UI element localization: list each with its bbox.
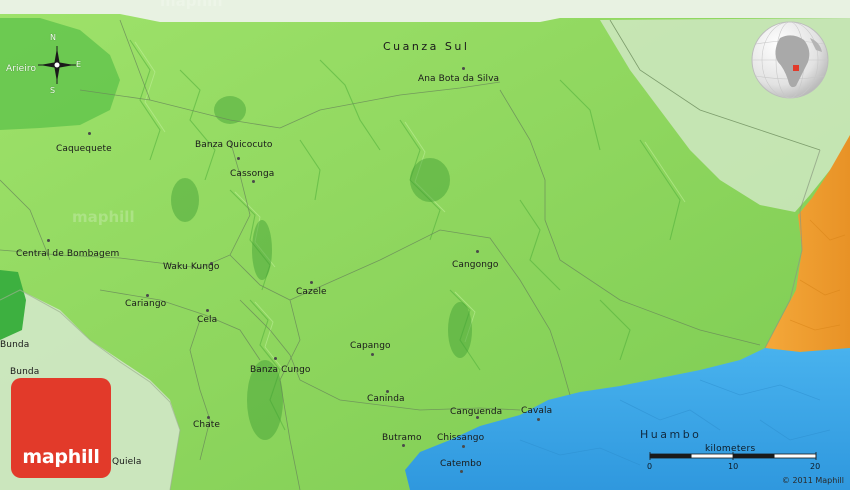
place-label: Butramo	[382, 433, 422, 443]
place-marker	[537, 418, 540, 421]
place-label: Bunda	[0, 340, 30, 350]
place-label: Cela	[197, 315, 218, 325]
place-marker	[88, 132, 91, 135]
place-marker	[237, 157, 240, 160]
place-label: Caquequete	[56, 144, 112, 154]
compass-north-label: N	[50, 33, 57, 42]
place-marker	[274, 357, 277, 360]
place-label: Cangongo	[452, 260, 499, 270]
place-label: Canguenda	[450, 407, 503, 417]
place-label: Chate	[193, 420, 221, 430]
scale-tick-label: 0	[647, 462, 653, 471]
copyright-notice: © 2011 Maphill	[781, 476, 844, 485]
region-label-huambo: Huambo	[640, 428, 702, 441]
place-label: Central de Bombagem	[16, 249, 120, 259]
compass-rose	[38, 46, 76, 84]
locator-globe	[751, 21, 829, 99]
place-marker	[47, 239, 50, 242]
place-label: Waku Kungo	[163, 262, 220, 272]
region-label-cuanza-sul: Cuanza Sul	[383, 40, 470, 53]
place-label: Capango	[350, 341, 391, 351]
place-label: Banza Cungo	[250, 365, 311, 375]
place-label: Bunda	[10, 367, 40, 377]
place-label: Cassonga	[230, 169, 275, 179]
compass-east-label: E	[76, 60, 82, 69]
place-marker	[402, 444, 405, 447]
logo-text: maphill	[22, 446, 100, 468]
place-label: Cavala	[521, 406, 553, 416]
place-marker	[207, 416, 210, 419]
scale-tick-label: 20	[810, 462, 821, 471]
watermark: maphill	[72, 208, 135, 226]
map[interactable]: maphill maphill Cuanza Sul Huambo Arieir…	[0, 0, 850, 490]
place-marker	[371, 353, 374, 356]
place-marker	[462, 445, 465, 448]
place-label: Chissango	[437, 433, 485, 443]
place-marker	[476, 250, 479, 253]
place-label: Ana Bota da Silva	[418, 74, 500, 84]
place-marker	[462, 67, 465, 70]
place-marker	[206, 309, 209, 312]
place-marker	[386, 390, 389, 393]
place-marker	[252, 180, 255, 183]
place-marker	[146, 294, 149, 297]
scale-tick-label: 10	[728, 462, 739, 471]
place-label: Cariango	[125, 299, 167, 309]
place-label: Quiela	[112, 457, 142, 467]
place-marker	[310, 281, 313, 284]
place-label: Catembo	[440, 459, 482, 469]
watermark: maphill	[160, 0, 223, 10]
place-label: Caninda	[367, 394, 405, 404]
maphill-logo[interactable]: maphill	[11, 378, 111, 478]
place-label: Cazele	[296, 287, 327, 297]
place-marker	[460, 470, 463, 473]
compass-south-label: S	[50, 86, 56, 95]
place-label: Banza Quicocuto	[195, 140, 273, 150]
